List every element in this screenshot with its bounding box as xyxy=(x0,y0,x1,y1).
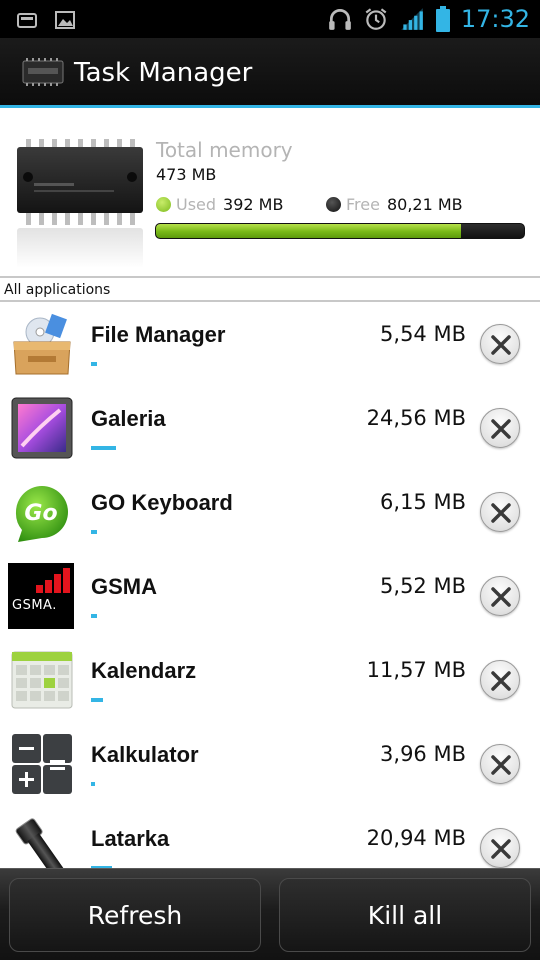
headset-icon xyxy=(328,8,351,30)
memory-chip-image xyxy=(17,139,143,268)
close-icon xyxy=(491,755,511,775)
app-name: File Manager xyxy=(91,322,226,347)
used-legend: Used 392 MB xyxy=(156,195,283,214)
alarm-icon xyxy=(365,8,387,30)
close-icon xyxy=(491,335,511,355)
close-icon xyxy=(491,503,511,523)
page-title: Task Manager xyxy=(74,58,253,88)
app-name: Kalendarz xyxy=(91,658,197,683)
memory-summary: Total memory 473 MB Used 392 MB Free 80,… xyxy=(0,111,540,278)
kill-app-button[interactable] xyxy=(480,828,520,868)
free-legend: Free 80,21 MB xyxy=(326,195,463,214)
memory-title: Total memory xyxy=(156,138,293,162)
svg-text:GSMA.: GSMA. xyxy=(12,598,57,613)
app-size: 11,57 MB xyxy=(366,658,466,682)
list-item[interactable]: GSMA. GSMA 5,52 MB xyxy=(0,554,540,638)
memory-chip-icon[interactable] xyxy=(22,58,64,86)
free-dot-icon xyxy=(326,197,341,212)
gallery-icon xyxy=(11,397,73,459)
free-value: 80,21 MB xyxy=(386,195,463,214)
kill-app-button[interactable] xyxy=(480,408,520,448)
used-value: 392 MB xyxy=(223,195,284,214)
kill-all-button[interactable]: Kill all xyxy=(279,878,531,952)
app-usage-bar xyxy=(91,530,97,534)
app-size: 5,52 MB xyxy=(380,574,466,598)
list-item[interactable]: File Manager 5,54 MB xyxy=(0,302,540,386)
used-dot-icon xyxy=(156,197,171,212)
sd-card-icon xyxy=(17,13,37,28)
clock: 17:32 xyxy=(460,5,530,33)
battery-icon xyxy=(435,6,450,32)
flashlight-icon xyxy=(15,818,68,868)
app-name: GO Keyboard xyxy=(91,490,233,515)
memory-total: 473 MB xyxy=(156,165,217,184)
section-title: All applications xyxy=(4,282,111,298)
calendar-icon xyxy=(11,651,73,709)
memory-usage-bar xyxy=(155,223,525,239)
list-item[interactable]: Galeria 24,56 MB xyxy=(0,386,540,470)
app-name: GSMA xyxy=(91,574,157,599)
kill-app-button[interactable] xyxy=(480,324,520,364)
gsma-icon: GSMA. xyxy=(8,563,74,629)
app-name: Kalkulator xyxy=(91,742,199,767)
app-size: 6,15 MB xyxy=(380,490,466,514)
app-name: Latarka xyxy=(91,826,170,851)
close-icon xyxy=(491,839,511,859)
refresh-button[interactable]: Refresh xyxy=(9,878,261,952)
app-usage-bar xyxy=(91,614,97,618)
memory-usage-fill xyxy=(156,224,462,238)
kill-app-button[interactable] xyxy=(480,744,520,784)
picture-icon xyxy=(55,11,75,29)
close-icon xyxy=(491,587,511,607)
free-label: Free xyxy=(346,195,380,214)
app-size: 5,54 MB xyxy=(380,322,466,346)
used-label: Used xyxy=(176,195,217,214)
app-usage-bar xyxy=(91,362,97,366)
list-item[interactable]: Go GO Keyboard 6,15 MB xyxy=(0,470,540,554)
bottom-bar: Refresh Kill all xyxy=(0,868,540,960)
close-icon xyxy=(491,419,511,439)
go-keyboard-icon: Go xyxy=(15,486,68,542)
app-size: 20,94 MB xyxy=(366,826,466,850)
calculator-icon xyxy=(12,734,72,794)
app-usage-bar xyxy=(91,698,103,702)
status-bar: 17:32 xyxy=(0,0,540,38)
kill-app-button[interactable] xyxy=(480,492,520,532)
signal-icon xyxy=(400,8,423,30)
list-item[interactable]: Kalendarz 11,57 MB xyxy=(0,638,540,722)
kill-app-button[interactable] xyxy=(480,576,520,616)
action-bar: Task Manager xyxy=(0,38,540,108)
svg-text:Go: Go xyxy=(24,501,57,526)
app-usage-bar xyxy=(91,782,95,786)
app-name: Galeria xyxy=(91,406,166,431)
close-icon xyxy=(491,671,511,691)
app-size: 24,56 MB xyxy=(366,406,466,430)
section-header: All applications xyxy=(0,280,540,302)
list-item[interactable]: Latarka 20,94 MB xyxy=(0,806,540,868)
list-item[interactable]: Kalkulator 3,96 MB xyxy=(0,722,540,806)
app-list[interactable]: File Manager 5,54 MB Galeria 24,56 MB Go… xyxy=(0,302,540,868)
kill-app-button[interactable] xyxy=(480,660,520,700)
file-manager-icon xyxy=(13,313,71,375)
app-usage-bar xyxy=(91,446,116,450)
app-size: 3,96 MB xyxy=(380,742,466,766)
